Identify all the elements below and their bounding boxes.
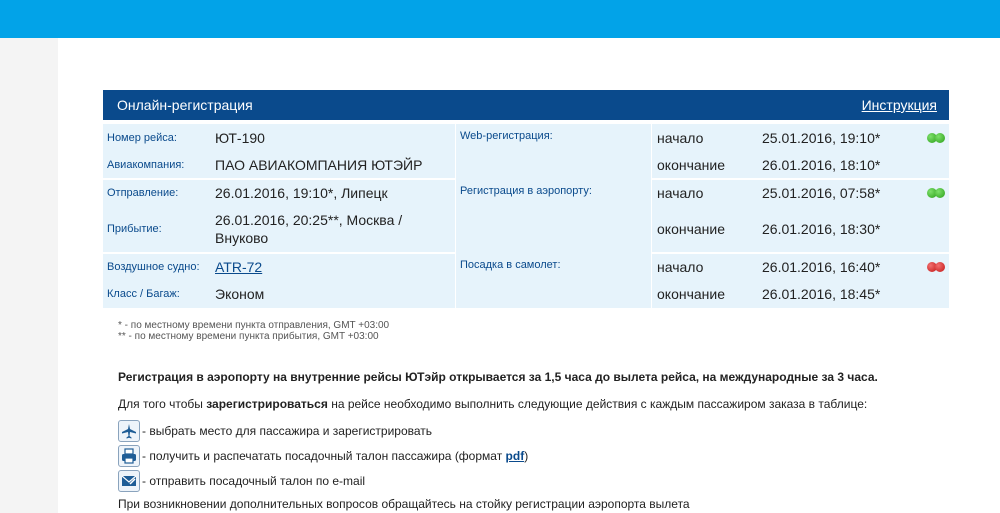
footer-text: При возникновении дополнительных вопросо… [118, 497, 690, 511]
table-row: Воздушное судно: ATR-72 Посадка в самоле… [103, 252, 949, 308]
airline-value: ПАО АВИАКОМПАНИЯ ЮТЭЙР [210, 151, 456, 181]
content-area: Онлайн-регистрация Инструкция Номер рейс… [58, 38, 1000, 513]
panel-title: Онлайн-регистрация [117, 97, 253, 113]
instructions-suffix: на рейсе необходимо выполнить следующие … [327, 397, 868, 411]
email-icon [118, 470, 140, 492]
boarding-start-date: 26.01.2016, 16:40* [762, 259, 881, 276]
web-checkin-end-label: окончание [651, 151, 762, 181]
top-bar [0, 0, 1000, 38]
table-row: Номер рейса: ЮТ-190 Web-регистрация: нач… [103, 124, 949, 180]
web-checkin-end-date: 26.01.2016, 18:10* [762, 151, 927, 181]
airport-checkin-end-label: окончание [651, 206, 762, 254]
web-checkin-start-label: начало [657, 129, 704, 146]
table-row: Отправление: 26.01.2016, 19:10*, Липецк … [103, 179, 949, 253]
action-print-text: - получить и распечатать посадочный тало… [142, 449, 528, 463]
status-open-icon [927, 188, 947, 199]
flight-number-value: ЮТ-190 [210, 124, 456, 152]
arrival-label: Прибытие: [103, 206, 210, 254]
pdf-link[interactable]: pdf [506, 449, 525, 463]
time-notes: * - по местному времени пункта отправлен… [118, 320, 389, 342]
instructions-prefix: Для того чтобы [118, 397, 207, 411]
arrival-value: 26.01.2016, 20:25**, Москва / Внуково [210, 206, 456, 254]
airport-checkin-start-date: 25.01.2016, 07:58* [762, 185, 881, 202]
airport-checkin-end-date: 26.01.2016, 18:30* [762, 206, 927, 254]
boarding-end-label: окончание [657, 286, 726, 303]
action-select-seat-text: - выбрать место для пассажира и зарегист… [142, 424, 433, 438]
instruction-link[interactable]: Инструкция [862, 97, 937, 113]
boarding-start-label: начало [657, 259, 704, 276]
note-departure-time: * - по местному времени пункта отправлен… [118, 320, 390, 331]
aircraft-label: Воздушное судно: [107, 261, 200, 274]
aircraft-link[interactable]: ATR-72 [215, 259, 262, 275]
action-email-text: - отправить посадочный талон по e-mail [142, 474, 366, 488]
status-open-icon [927, 132, 947, 143]
action-print-suffix: ) [524, 449, 529, 463]
airline-label: Авиакомпания: [103, 151, 210, 181]
airplane-icon [118, 420, 140, 442]
airport-checkin-label: Регистрация в аэропорту: [455, 179, 652, 253]
departure-value: 26.01.2016, 19:10*, Липецк [210, 179, 456, 207]
status-closed-icon [927, 262, 947, 273]
boarding-end-date: 26.01.2016, 18:45* [762, 286, 881, 303]
class-label: Класс / Багаж: [107, 288, 180, 301]
web-checkin-start-date: 25.01.2016, 19:10* [762, 129, 881, 146]
airport-checkin-start-label: начало [657, 185, 704, 202]
departure-label: Отправление: [107, 187, 179, 200]
instructions-text: Для того чтобы зарегистрироваться на рей… [118, 397, 867, 411]
class-value: Эконом [210, 280, 456, 308]
note-arrival-time: ** - по местному времени пункта прибытия… [118, 331, 379, 342]
instructions-bold: зарегистрироваться [206, 397, 328, 411]
boarding-label: Посадка в самолет: [455, 252, 652, 308]
flight-info-table: Номер рейса: ЮТ-190 Web-регистрация: нач… [103, 124, 949, 308]
panel-header: Онлайн-регистрация Инструкция [103, 90, 949, 120]
airport-checkin-notice: Регистрация в аэропорту на внутренние ре… [118, 370, 878, 384]
action-print-prefix: - получить и распечатать посадочный тало… [142, 449, 506, 463]
printer-icon [118, 445, 140, 467]
web-checkin-label: Web-регистрация: [455, 124, 652, 180]
flight-number-label: Номер рейса: [107, 131, 177, 144]
